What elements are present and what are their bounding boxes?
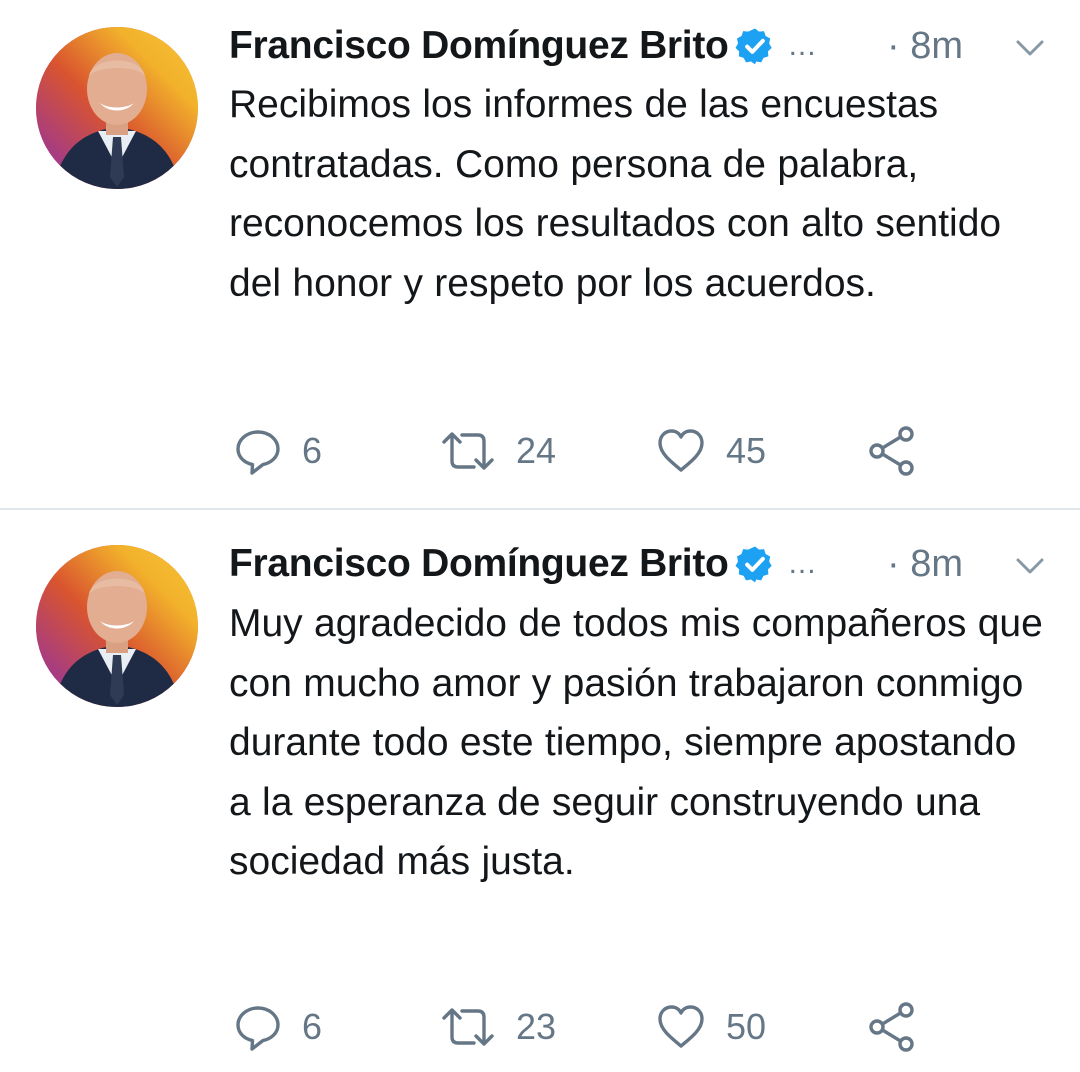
share-button[interactable] xyxy=(866,997,918,1057)
retweet-count: 23 xyxy=(516,1006,557,1047)
tweet-actions: 6 23 50 xyxy=(0,997,1080,1057)
share-icon xyxy=(869,1002,914,1052)
caret-down-icon[interactable] xyxy=(1012,554,1048,578)
timestamp[interactable]: · 8m xyxy=(887,539,963,589)
reply-button[interactable]: 6 xyxy=(234,997,322,1057)
like-count: 50 xyxy=(726,1006,767,1047)
retweet-button[interactable]: 23 xyxy=(440,997,556,1057)
verified-badge-icon xyxy=(735,546,772,583)
tweet-header: Francisco Domínguez Brito ... xyxy=(229,539,817,589)
retweet-icon xyxy=(442,1008,494,1046)
name-truncation-ellipsis: ... xyxy=(788,547,817,580)
tweet-text: Muy agradecido de todos mis compañeros q… xyxy=(229,602,1043,883)
reply-icon xyxy=(236,1006,280,1051)
like-icon xyxy=(658,1005,704,1048)
tweet[interactable]: Francisco Domínguez Brito ... · 8m Muy a… xyxy=(0,0,1080,1052)
reply-count: 6 xyxy=(302,1006,323,1047)
avatar-photo xyxy=(36,545,198,707)
author-name[interactable]: Francisco Domínguez Brito xyxy=(229,542,729,586)
avatar[interactable] xyxy=(36,545,198,707)
like-button[interactable]: 50 xyxy=(656,997,766,1057)
